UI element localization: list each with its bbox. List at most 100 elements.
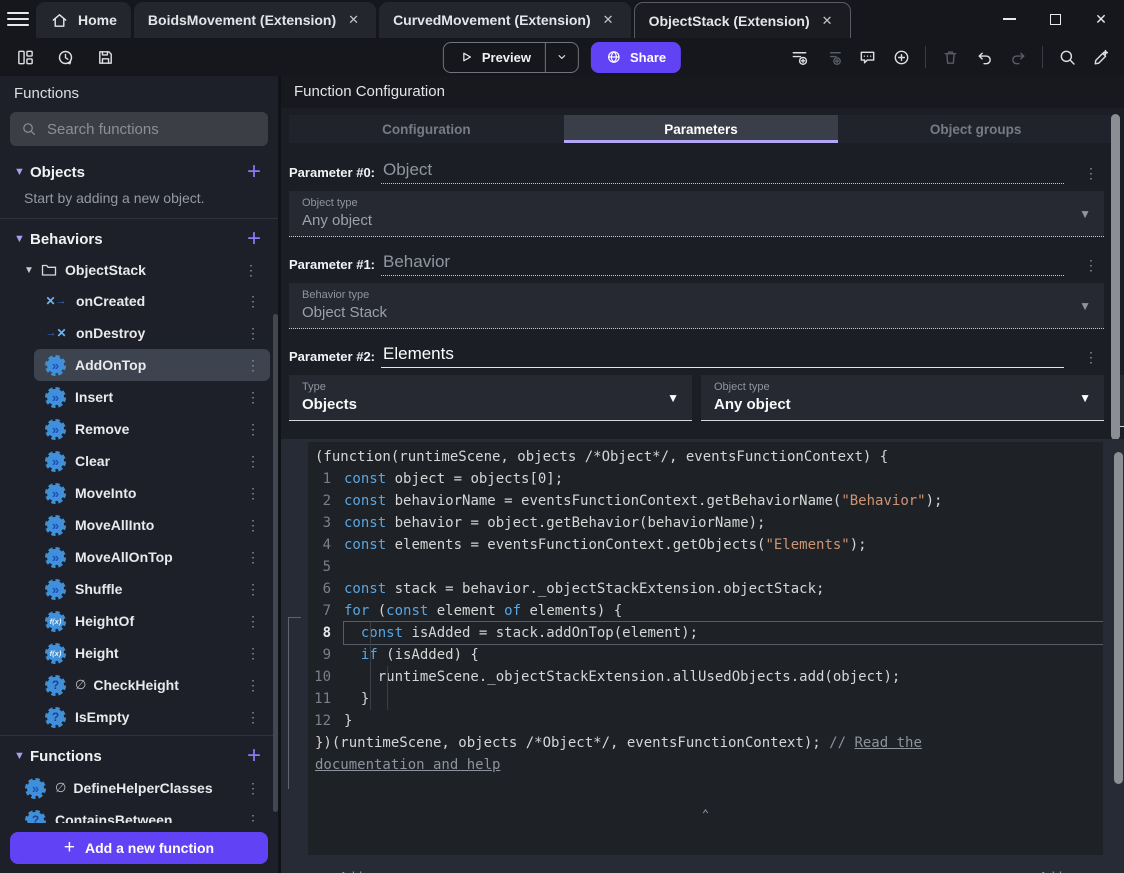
select-type[interactable]: Type Objects ▼ [289,375,692,421]
add-new-function-button[interactable]: + Add a new function [10,832,268,864]
kebab-menu-icon[interactable]: ⋮ [240,780,266,797]
kebab-menu-icon[interactable]: ⋮ [240,645,266,662]
undo-button[interactable] [969,42,999,72]
preview-options-button[interactable] [546,50,578,64]
tab-curvedmovement-extension[interactable]: CurvedMovement (Extension) ✕ [379,2,631,38]
function-item-ondestroy[interactable]: → ✕ onDestroy ⋮ [34,317,270,349]
kebab-menu-icon[interactable]: ⋮ [240,485,266,502]
function-item-moveallinto[interactable]: » MoveAllInto ⋮ [34,509,270,541]
caret-down-icon: ▼ [14,233,25,245]
main-menu-button[interactable] [0,0,36,38]
tab-objectstack-extension[interactable]: ObjectStack (Extension) ✕ [633,2,851,38]
field-value: Object Stack [302,304,388,321]
parameter-name-input[interactable]: Behavior [381,252,1064,276]
search-functions-input[interactable] [47,120,257,138]
close-window-button[interactable]: ✕ [1078,2,1124,36]
add-circle-button[interactable] [886,42,916,72]
documentation-link[interactable]: documentation and help [315,757,500,773]
ai-pen-button[interactable] [1086,42,1116,72]
minimize-button[interactable] [986,2,1032,36]
code-line-12: 12} [308,710,1103,732]
behavior-folder-objectstack[interactable]: ▼ ObjectStack ⋮ [0,255,278,285]
tab-object-groups[interactable]: Object groups [838,115,1113,143]
section-functions[interactable]: ▼ Functions + [0,740,278,772]
function-item-checkheight[interactable]: ? ∅ CheckHeight ⋮ [34,669,270,701]
kebab-menu-icon[interactable]: ⋮ [238,262,264,279]
function-item-moveinto[interactable]: » MoveInto ⋮ [34,477,270,509]
function-item-clear[interactable]: » Clear ⋮ [34,445,270,477]
parameter-name-input[interactable]: Elements [381,344,1064,368]
code-editor-scrollbar[interactable] [1114,452,1123,784]
function-item-label: MoveAllInto [75,517,155,533]
function-item-insert[interactable]: » Insert ⋮ [34,381,270,413]
function-item-shuffle[interactable]: » Shuffle ⋮ [34,573,270,605]
select-object-type[interactable]: Object type Any object ▼ [701,375,1104,421]
section-objects[interactable]: ▼ Objects + [0,156,278,188]
tab-close-icon[interactable]: ✕ [819,11,836,31]
search-button[interactable] [1052,42,1082,72]
tab-close-icon[interactable]: ✕ [345,10,362,30]
select-object-type[interactable]: Object type Any object ▼ [289,191,1104,237]
add-function-plus-button[interactable]: + [244,744,264,768]
kebab-menu-icon[interactable]: ⋮ [240,389,266,406]
documentation-link[interactable]: Read the [854,735,921,751]
function-item-definehelperclasses[interactable]: » ∅ DefineHelperClasses ⋮ [14,772,270,804]
kebab-menu-icon[interactable]: ⋮ [240,581,266,598]
history-button[interactable] [50,42,80,72]
function-item-remove[interactable]: » Remove ⋮ [34,413,270,445]
function-item-oncreated[interactable]: ✕ → onCreated ⋮ [34,285,270,317]
dropdown-caret-icon: ▼ [1079,298,1091,313]
kebab-menu-icon[interactable]: ⋮ [240,357,266,374]
tab-close-icon[interactable]: ✕ [600,10,617,30]
kebab-menu-icon[interactable]: ⋮ [240,549,266,566]
comment-button[interactable] [852,42,882,72]
tab-parameters[interactable]: Parameters [563,115,839,143]
tab-label: Parameters [664,121,738,137]
parameters-list: Parameter #0: Object ⋮ Object type Any objec… [281,143,1124,427]
kebab-menu-icon[interactable]: ⋮ [1078,349,1104,368]
javascript-code-editor[interactable]: (function(runtimeScene, objects /*Object… [308,442,1103,855]
add-behavior-button[interactable]: + [244,227,264,251]
function-item-addontop[interactable]: » AddOnTop ⋮ [34,349,270,381]
kebab-menu-icon[interactable]: ⋮ [240,293,266,310]
select-behavior-type[interactable]: Behavior type Object Stack ▼ [289,283,1104,329]
kebab-menu-icon[interactable]: ⋮ [240,421,266,438]
field-value: Any object [302,212,373,229]
line-number: 11 [314,691,331,707]
kebab-menu-icon[interactable]: ⋮ [240,517,266,534]
section-behaviors[interactable]: ▼ Behaviors + [0,223,278,255]
add-event-button[interactable] [784,42,814,72]
preview-button[interactable]: Preview [442,41,580,73]
kebab-menu-icon[interactable]: ⋮ [240,613,266,630]
add-object-button[interactable]: + [244,160,264,184]
maximize-button[interactable] [1032,2,1078,36]
function-item-moveallontop[interactable]: » MoveAllOnTop ⋮ [34,541,270,573]
panels-button[interactable] [10,42,40,72]
kebab-menu-icon[interactable]: ⋮ [240,677,266,694]
kebab-menu-icon[interactable]: ⋮ [1078,165,1104,184]
tab-boidsmovement-extension[interactable]: BoidsMovement (Extension) ✕ [133,2,377,38]
kebab-menu-icon[interactable]: ⋮ [240,325,266,342]
fold-caret-icon[interactable]: ⌃ [702,803,709,825]
function-item-heightof[interactable]: f(x) HeightOf ⋮ [34,605,270,637]
gdevelop-window: Home BoidsMovement (Extension) ✕ CurvedMove… [0,0,1124,873]
parameters-scrollbar[interactable] [1111,114,1120,440]
function-item-containsbetween[interactable]: ? ContainsBetween ⋮ [14,804,270,823]
kebab-menu-icon[interactable]: ⋮ [240,709,266,726]
share-button[interactable]: Share [591,41,682,73]
sidebar-scrollbar[interactable] [273,314,278,812]
function-item-label: MoveAllOnTop [75,549,173,565]
tab-configuration[interactable]: Configuration [289,115,564,143]
dropdown-caret-icon: ▼ [667,390,679,405]
search-functions-box[interactable] [10,112,268,146]
kebab-menu-icon[interactable]: ⋮ [1078,257,1104,276]
parameter-name-input[interactable]: Object [381,160,1064,184]
save-button[interactable] [90,42,120,72]
tab-home[interactable]: Home [36,2,131,38]
function-item-isempty[interactable]: ? IsEmpty ⋮ [34,701,270,733]
function-item-height[interactable]: f(x) Height ⋮ [34,637,270,669]
tab-label: BoidsMovement (Extension) [147,12,337,28]
kebab-menu-icon[interactable]: ⋮ [240,812,266,824]
kebab-menu-icon[interactable]: ⋮ [240,453,266,470]
field-value: Objects [302,396,358,413]
